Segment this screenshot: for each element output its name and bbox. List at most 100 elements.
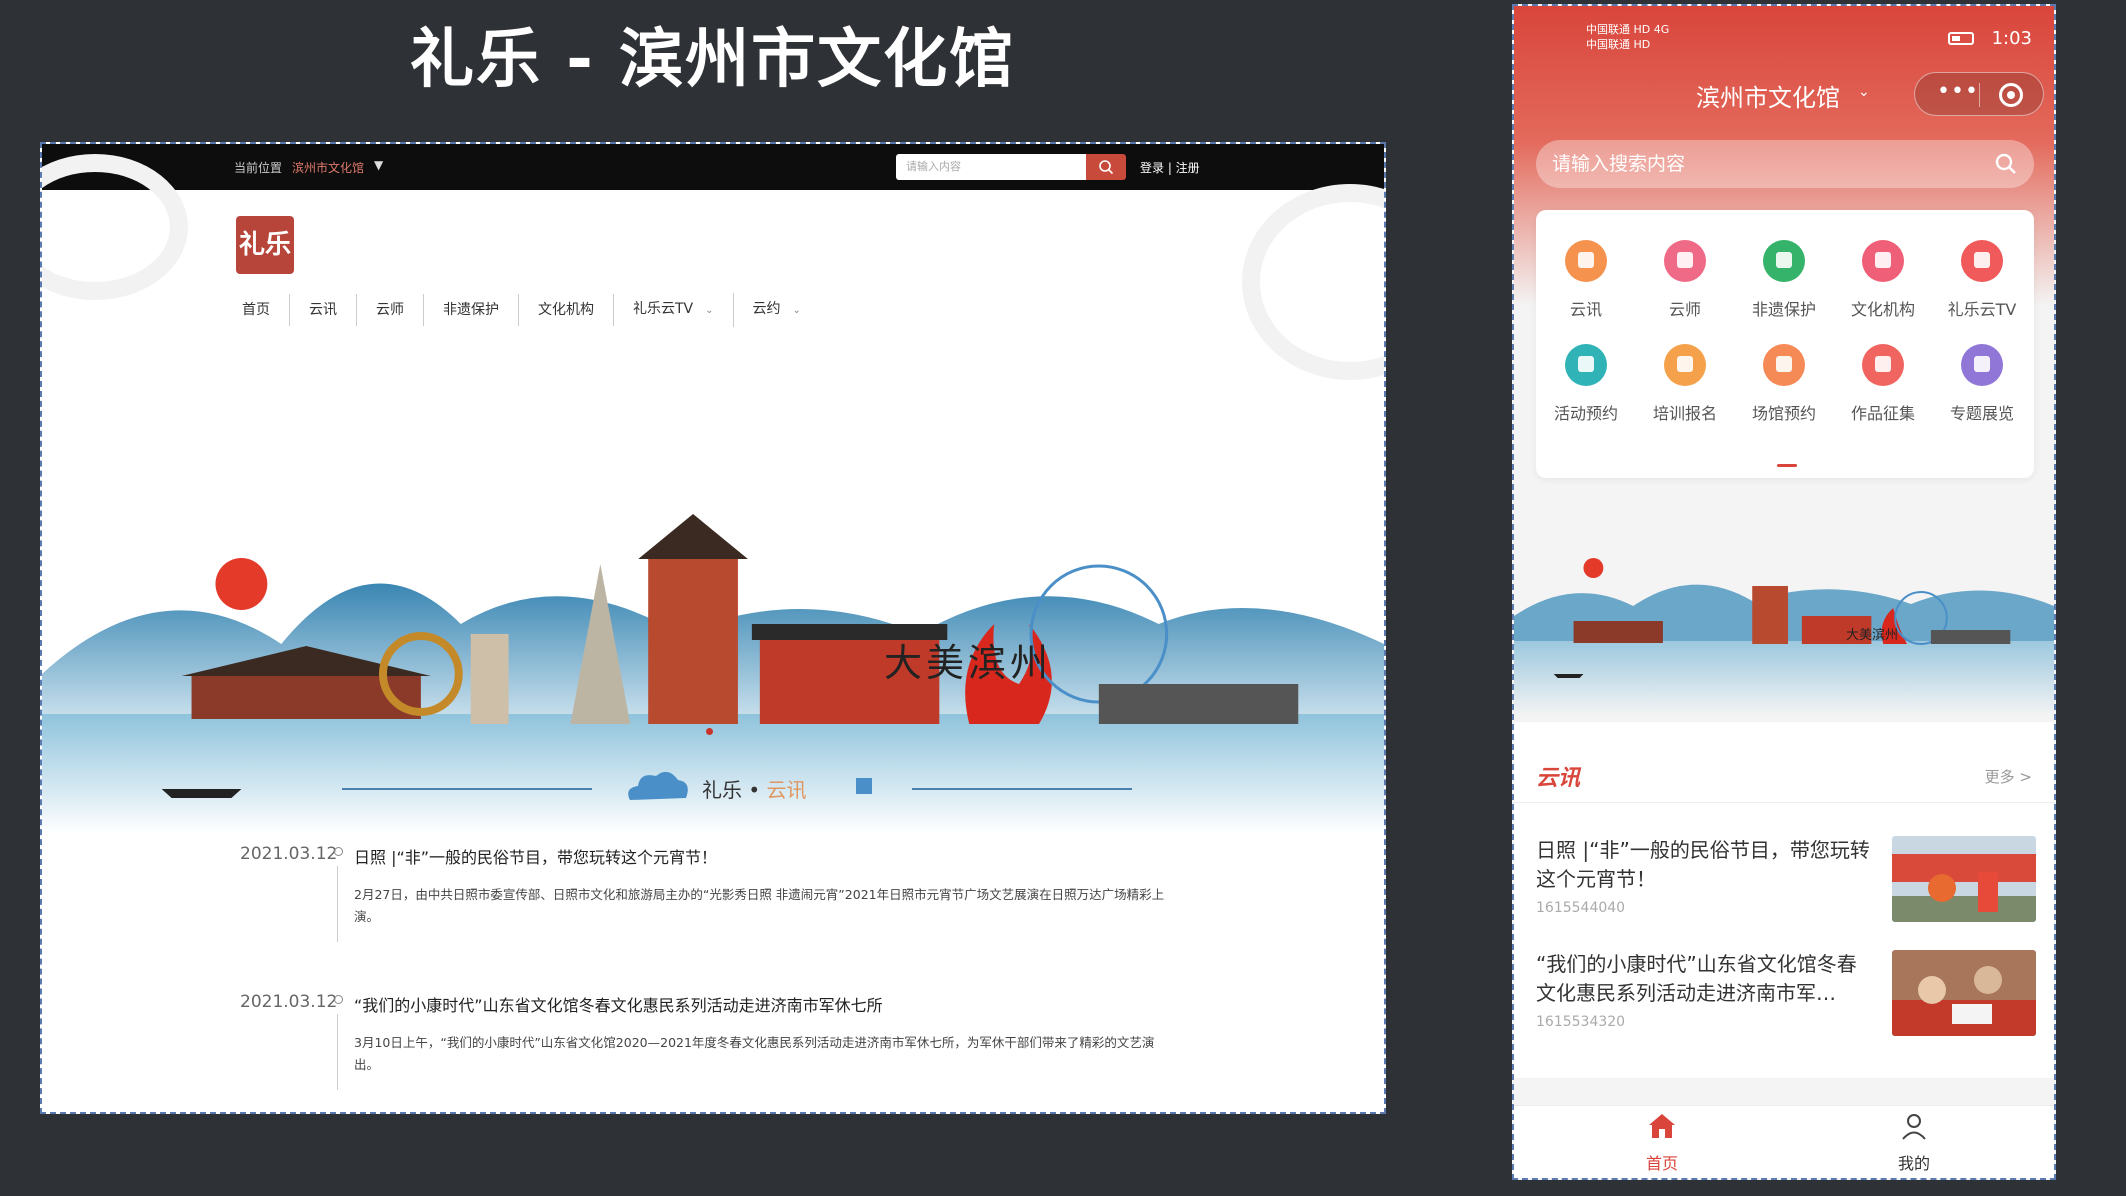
news-title[interactable]: 日照 |“非”一般的民俗节目，带您玩转这个元宵节！: [354, 844, 717, 868]
section-divider-left: [342, 788, 592, 790]
grid-item-training[interactable]: 培训报名: [1635, 344, 1735, 424]
nav-item-home[interactable]: 首页: [242, 294, 290, 326]
carousel-indicator[interactable]: [706, 728, 713, 735]
grid-item-venue-booking[interactable]: 场馆预约: [1734, 344, 1834, 424]
grid-label: 礼乐云TV: [1947, 300, 2017, 319]
tab-home[interactable]: 首页: [1622, 1112, 1702, 1174]
nav-label: 云师: [376, 302, 404, 318]
site-logo[interactable]: 礼乐: [236, 216, 294, 274]
decorative-pattern-right: [1242, 184, 1384, 380]
section-divider-right: [912, 788, 1132, 790]
buildings-shape: [1930, 630, 2011, 644]
user-icon: [1902, 1114, 1926, 1140]
tab-label: 我的: [1897, 1154, 1930, 1173]
mobile-banner-slogan: 大美滨州: [1846, 628, 1899, 643]
location-link[interactable]: 滨州市文化馆: [292, 159, 364, 176]
chevron-down-icon: ⌄: [705, 305, 714, 316]
grid-item-news[interactable]: 云讯: [1536, 240, 1636, 320]
battery-icon: [1948, 32, 1974, 45]
mobile-search-input[interactable]: 请输入搜索内容: [1536, 140, 2034, 188]
mobile-page-title[interactable]: 滨州市文化馆: [1696, 78, 1840, 113]
buildings-shape: [1098, 684, 1299, 724]
mobile-mockup: 中国联通 HD 4G 中国联通 HD 1:03 滨州市文化馆 ⌄ ••• 请输入…: [1512, 4, 2056, 1180]
grid-label: 云讯: [1569, 300, 1602, 319]
grid-item-tv[interactable]: 礼乐云TV: [1932, 240, 2032, 320]
news-list-item[interactable]: 日照 |“非”一般的民俗节目，带您玩转这个元宵节！ 1615544040: [1536, 836, 2036, 928]
chevron-down-icon[interactable]: ⌄: [1858, 84, 1870, 100]
more-dots-icon[interactable]: •••: [1937, 79, 1979, 104]
timeline-line: [337, 1014, 338, 1090]
grid-item-institutions[interactable]: 文化机构: [1833, 240, 1933, 320]
main-nav: 首页 云讯 云师 非遗保护 文化机构 礼乐云TV ⌄ 云约 ⌄: [242, 290, 820, 330]
boat-shape: [161, 789, 242, 798]
nav-label: 非遗保护: [443, 302, 499, 318]
news-thumbnail: [1892, 950, 2036, 1036]
more-link[interactable]: 更多 >: [1985, 766, 2032, 787]
section-title: 礼乐 • 云讯: [702, 774, 807, 803]
cloud-icon: [628, 771, 688, 800]
grid-item-teachers[interactable]: 云师: [1635, 240, 1735, 320]
nav-item-booking[interactable]: 云约 ⌄: [734, 293, 820, 327]
grid-label: 作品征集: [1850, 404, 1915, 423]
water-shape: [1514, 641, 2054, 716]
nav-item-institutions[interactable]: 文化机构: [519, 294, 614, 326]
nav-item-tv[interactable]: 礼乐云TV ⌄: [614, 293, 734, 327]
grid-item-heritage[interactable]: 非遗保护: [1734, 240, 1834, 320]
nav-label: 文化机构: [538, 302, 594, 318]
section-title-name: 云讯: [766, 778, 807, 802]
news-timestamp: 1615534320: [1536, 1014, 1626, 1030]
grid-item-event-booking[interactable]: 活动预约: [1536, 344, 1636, 424]
carrier-line-1: 中国联通 HD 4G: [1586, 23, 1670, 36]
news-section-title: 云讯: [1536, 766, 1581, 791]
news-description: 2月27日，由中共日照市委宣传部、日照市文化和旅游局主办的“光影秀日照 非遗闹元…: [354, 887, 1165, 924]
desktop-search-input[interactable]: 请输入内容: [896, 154, 1086, 180]
mobile-landmark-banner[interactable]: [1514, 526, 2054, 716]
timeline-line: [337, 866, 338, 942]
miniprogram-capsule: •••: [1914, 72, 2044, 116]
feature-grid: 云讯 云师 非遗保护 文化机构 礼乐云TV 活动预约 培训报名 场馆预约 作品征…: [1536, 210, 2034, 478]
grid-label: 场馆预约: [1751, 404, 1816, 423]
tower-shape: [1752, 586, 1788, 644]
section-title-prefix: 礼乐: [702, 778, 742, 802]
nav-item-heritage[interactable]: 非遗保护: [424, 294, 519, 326]
grid-label: 培训报名: [1652, 404, 1717, 423]
mobile-news-section: 云讯 更多 > 日照 |“非”一般的民俗节目，带您玩转这个元宵节！ 161554…: [1514, 722, 2054, 1078]
slide-title: 礼乐 - 滨州市文化馆: [410, 23, 1016, 97]
bottom-tab-bar: 首页 我的: [1514, 1105, 2054, 1178]
timeline-dot-icon: [334, 995, 343, 1004]
desktop-search-button[interactable]: [1086, 154, 1126, 180]
status-carrier: 中国联通 HD 4G 中国联通 HD: [1586, 22, 1669, 52]
section-square-icon: [856, 778, 872, 794]
section-title-dot: •: [748, 778, 761, 802]
news-title: “我们的小康时代”山东省文化馆冬春文化惠民系列活动走进济南市军…: [1536, 952, 1857, 1005]
document-icon: [1664, 344, 1706, 386]
nav-item-teachers[interactable]: 云师: [357, 294, 424, 326]
location-label: 当前位置: [234, 161, 283, 175]
news-date: 2021.03.12: [240, 992, 338, 1012]
search-icon[interactable]: [1994, 152, 2018, 176]
grid-page-indicator: [1777, 464, 1797, 467]
grid-item-works[interactable]: 作品征集: [1833, 344, 1933, 424]
home-icon: [1649, 1114, 1675, 1138]
boat-shape: [1553, 674, 1584, 678]
nav-item-news[interactable]: 云讯: [290, 294, 357, 326]
location-dropdown-icon[interactable]: ▼: [374, 158, 383, 172]
book-icon: [1961, 344, 2003, 386]
nav-label: 云讯: [309, 302, 337, 318]
teacher-icon: [1664, 240, 1706, 282]
grid-label: 专题展览: [1949, 404, 2014, 423]
tab-label: 首页: [1645, 1154, 1678, 1173]
sun-shape: [1583, 558, 1604, 578]
news-title[interactable]: “我们的小康时代”山东省文化馆冬春文化惠民系列活动走进济南市军休七所: [354, 992, 883, 1016]
tab-profile[interactable]: 我的: [1874, 1112, 1954, 1174]
sun-shape: [215, 558, 268, 610]
building-icon: [1862, 240, 1904, 282]
close-target-icon[interactable]: [1999, 83, 2023, 107]
calendar-icon: [1565, 344, 1607, 386]
login-register-link[interactable]: 登录 | 注册: [1140, 159, 1200, 176]
news-list-item[interactable]: “我们的小康时代”山东省文化馆冬春文化惠民系列活动走进济南市军… 1615534…: [1536, 950, 2036, 1042]
grid-item-exhibition[interactable]: 专题展览: [1932, 344, 2032, 424]
search-placeholder: 请输入搜索内容: [1552, 153, 1686, 175]
nav-label: 云约: [752, 301, 781, 317]
news-description: 3月10日上午，“我们的小康时代”山东省文化馆2020—2021年度冬春文化惠民…: [354, 1035, 1155, 1072]
